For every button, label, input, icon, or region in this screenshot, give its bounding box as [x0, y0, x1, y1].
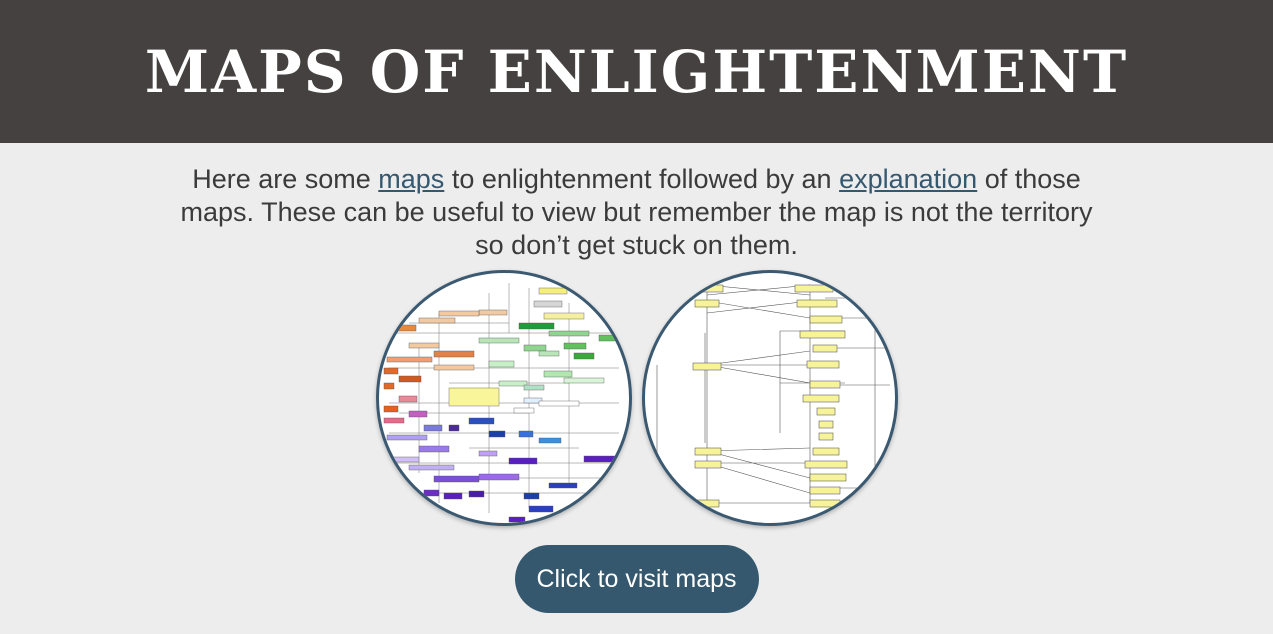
- maps-link[interactable]: maps: [378, 164, 444, 194]
- visit-maps-button[interactable]: Click to visit maps: [514, 545, 759, 613]
- explanation-link[interactable]: explanation: [839, 164, 977, 194]
- intro-text-start: Here are some: [192, 164, 379, 194]
- intro-text-middle: to enlightenment followed by an: [444, 164, 840, 194]
- site-title: MAPS OF ENLIGHTENMENT: [144, 37, 1129, 106]
- intro-paragraph: Here are some maps to enlightenment foll…: [177, 163, 1097, 262]
- colorful-map-image: [383, 283, 619, 523]
- site-header: MAPS OF ENLIGHTENMENT: [0, 0, 1273, 143]
- map-thumbnails: [0, 270, 1273, 526]
- colorful-map-thumbnail[interactable]: [375, 270, 632, 526]
- flowchart-map-image: [656, 283, 890, 508]
- flowchart-map-thumbnail[interactable]: [641, 270, 898, 526]
